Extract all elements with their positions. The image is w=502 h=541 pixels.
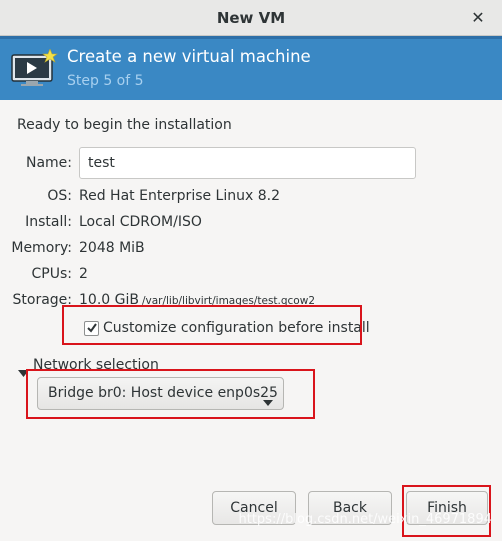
name-label: Name: — [25, 155, 72, 171]
customize-checkbox[interactable] — [84, 321, 99, 336]
install-label: Install: — [25, 214, 72, 230]
storage-path: /var/lib/libvirt/images/test.qcow2 — [141, 295, 315, 307]
install-value: Local CDROM/ISO — [79, 214, 202, 230]
chevron-down-icon — [263, 391, 273, 410]
storage-label: Storage: — [12, 292, 73, 308]
storage-size: 10.0 GiB — [79, 292, 139, 308]
cpus-value: 2 — [79, 266, 88, 282]
memory-label: Memory: — [11, 240, 72, 256]
watermark: https://blog.csdn.net/weixin_46971894 — [238, 512, 492, 527]
customize-label[interactable]: Customize configuration before install — [103, 320, 370, 336]
network-dropdown-value: Bridge br0: Host device enp0s25 — [48, 385, 278, 401]
title-bar: New VM ✕ — [0, 0, 502, 36]
vm-monitor-icon — [10, 48, 58, 93]
cpus-label: CPUs: — [31, 266, 72, 282]
expander-triangle-icon[interactable] — [18, 363, 29, 382]
window-title: New VM — [216, 9, 286, 27]
network-section-label[interactable]: Network selection — [33, 357, 159, 373]
os-value: Red Hat Enterprise Linux 8.2 — [79, 188, 280, 204]
checkmark-icon — [87, 323, 97, 333]
header-title: Create a new virtual machine — [67, 47, 311, 66]
name-input[interactable]: test — [79, 147, 416, 179]
os-label: OS: — [47, 188, 72, 204]
ready-heading: Ready to begin the installation — [17, 117, 232, 133]
step-indicator: Step 5 of 5 — [67, 73, 144, 89]
close-icon[interactable]: ✕ — [468, 8, 488, 28]
network-dropdown[interactable]: Bridge br0: Host device enp0s25 — [37, 377, 284, 410]
wizard-header: Create a new virtual machine Step 5 of 5 — [0, 36, 502, 100]
storage-value: 10.0 GiB/var/lib/libvirt/images/test.qco… — [79, 292, 315, 308]
memory-value: 2048 MiB — [79, 240, 145, 256]
